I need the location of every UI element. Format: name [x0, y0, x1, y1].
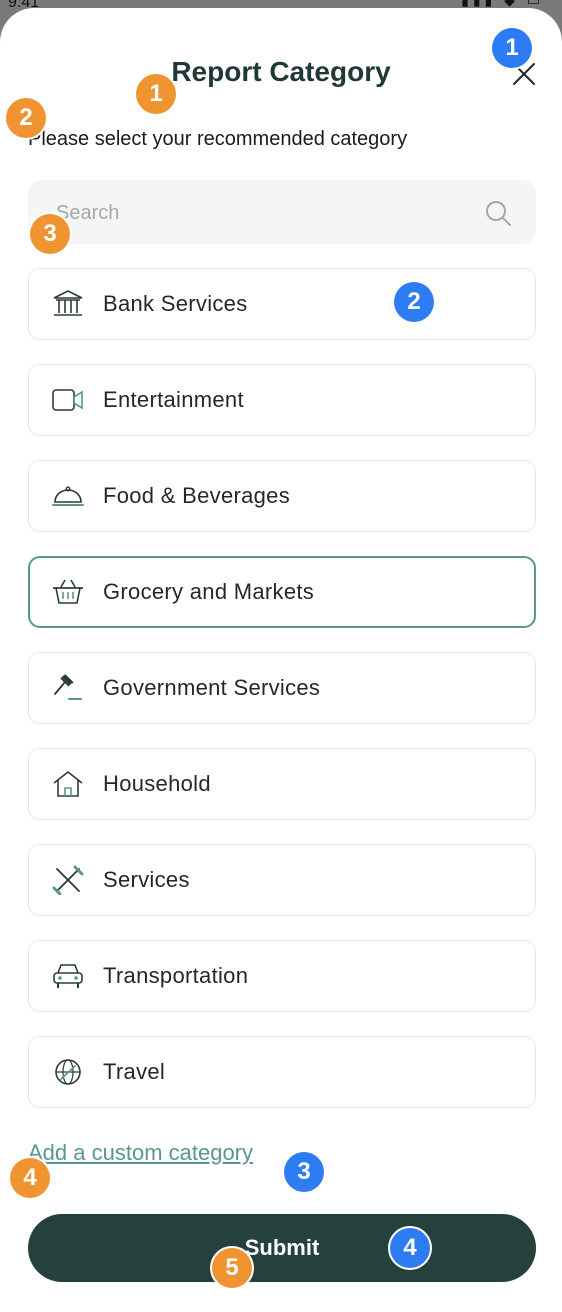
annotation-marker-orange-4: 4	[10, 1158, 50, 1198]
sheet-title: Report Category	[171, 56, 391, 87]
category-label: Services	[103, 867, 190, 892]
search-input[interactable]	[54, 180, 478, 246]
annotation-marker-orange-5: 5	[212, 1248, 252, 1288]
category-item-entertainment[interactable]: Entertainment	[28, 364, 536, 436]
category-item-government-services[interactable]: Government Services	[28, 652, 536, 724]
report-category-sheet: Report Category Please select your recom…	[0, 8, 562, 1312]
category-label: Grocery and Markets	[103, 579, 315, 604]
video-camera-icon	[52, 389, 83, 411]
category-item-grocery-markets[interactable]: Grocery and Markets	[28, 556, 536, 628]
annotation-marker-blue-1: 1	[492, 28, 532, 68]
annotation-marker-orange-1: 1	[136, 74, 176, 114]
category-item-bank-services[interactable]: Bank Services	[28, 268, 536, 340]
gavel-icon	[54, 674, 82, 700]
category-label: Entertainment	[103, 387, 244, 412]
annotation-marker-blue-3: 3	[284, 1152, 324, 1192]
category-item-food-beverages[interactable]: Food & Beverages	[28, 460, 536, 532]
category-label: Travel	[103, 1059, 166, 1084]
category-item-travel[interactable]: Travel	[28, 1036, 536, 1108]
category-label: Transportation	[103, 963, 249, 988]
category-list: Bank Services Entertainment Food & Bever…	[28, 268, 536, 1132]
sheet-subtitle: Please select your recommended category	[28, 128, 408, 150]
category-item-household[interactable]: Household	[28, 748, 536, 820]
bank-icon	[53, 290, 83, 316]
category-label: Food & Beverages	[103, 483, 291, 508]
submit-button[interactable]: Submit	[28, 1214, 536, 1282]
car-icon	[53, 964, 83, 988]
category-item-services[interactable]: Services	[28, 844, 536, 916]
annotation-marker-blue-2: 2	[394, 282, 434, 322]
annotation-marker-orange-3: 3	[30, 214, 70, 254]
category-label: Government Services	[103, 675, 321, 700]
add-custom-category-link[interactable]: Add a custom category	[28, 1140, 253, 1166]
annotation-marker-orange-2: 2	[6, 98, 46, 138]
category-label: Household	[103, 771, 211, 796]
annotation-marker-blue-4: 4	[390, 1228, 430, 1268]
globe-icon	[55, 1059, 81, 1085]
tools-icon	[52, 865, 84, 895]
cloche-icon	[52, 486, 84, 506]
search-icon[interactable]	[484, 199, 512, 227]
house-icon	[53, 771, 83, 797]
category-label: Bank Services	[103, 291, 248, 316]
category-item-transportation[interactable]: Transportation	[28, 940, 536, 1012]
search-bar[interactable]	[28, 180, 536, 246]
basket-icon	[53, 579, 83, 604]
